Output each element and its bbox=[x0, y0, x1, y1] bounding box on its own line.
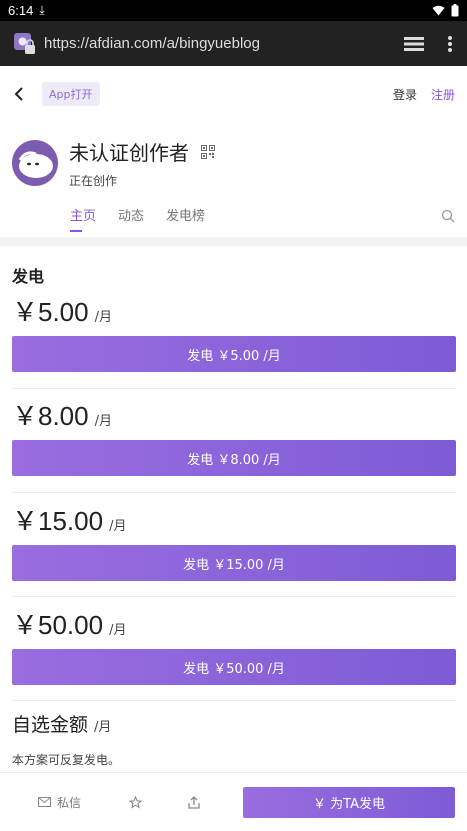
tier-period: /月 bbox=[94, 414, 112, 429]
tier-card: ￥15.00 /月 发电 ￥15.00 /月 bbox=[12, 501, 456, 581]
tabs-icon[interactable] bbox=[403, 36, 425, 52]
tier-price: ￥15.00 bbox=[12, 506, 104, 536]
tier-price: ￥50.00 bbox=[12, 610, 104, 640]
tier-list: 发电 ￥5.00 /月 发电 ￥5.00 /月 ￥8.00 /月 发电 ￥8.0… bbox=[0, 246, 467, 772]
browser-url-bar[interactable]: https://afdian.com/a/bingyueblog bbox=[0, 21, 467, 66]
creator-profile: 未认证创作者 正在创作 bbox=[12, 138, 452, 188]
tier-period: /月 bbox=[109, 519, 127, 534]
section-title: 发电 bbox=[12, 267, 45, 286]
creator-status: 正在创作 bbox=[69, 174, 118, 188]
battery-icon bbox=[451, 4, 459, 17]
support-tier-button[interactable]: 发电 ￥50.00 /月 bbox=[12, 649, 456, 685]
tier-period: /月 bbox=[94, 310, 112, 325]
support-tier-button[interactable]: 发电 ￥5.00 /月 bbox=[12, 336, 456, 372]
tier-card: ￥8.00 /月 发电 ￥8.00 /月 bbox=[12, 396, 456, 476]
tier-price: ￥5.00 bbox=[12, 297, 89, 327]
bottom-action-bar: 私信 ￥ 为TA发电 bbox=[0, 772, 467, 831]
tier-card: ￥50.00 /月 发电 ￥50.00 /月 bbox=[12, 605, 456, 685]
tier-card: ￥5.00 /月 发电 ￥5.00 /月 bbox=[12, 292, 456, 372]
tab-supporters[interactable]: 发电榜 bbox=[166, 205, 205, 232]
section-gap bbox=[0, 237, 467, 246]
support-creator-button[interactable]: ￥ 为TA发电 bbox=[243, 786, 455, 818]
share-icon[interactable] bbox=[188, 795, 200, 809]
site-lock-icon bbox=[14, 32, 36, 55]
more-menu-icon[interactable] bbox=[447, 35, 453, 53]
login-link[interactable]: 登录 bbox=[393, 86, 417, 103]
wifi-icon bbox=[432, 5, 445, 16]
tab-posts[interactable]: 动态 bbox=[118, 205, 144, 232]
search-icon[interactable] bbox=[441, 209, 455, 223]
app-header: App打开 登录 注册 bbox=[0, 66, 467, 122]
star-icon[interactable] bbox=[129, 795, 143, 809]
custom-amount-period: /月 bbox=[94, 720, 112, 735]
custom-amount-title: 自选金额 /月 bbox=[12, 710, 111, 737]
app-open-button[interactable]: App打开 bbox=[42, 82, 100, 106]
register-link[interactable]: 注册 bbox=[431, 86, 455, 103]
support-tier-button[interactable]: 发电 ￥15.00 /月 bbox=[12, 545, 456, 581]
back-arrow-icon[interactable] bbox=[12, 86, 28, 102]
download-icon: ⤓ bbox=[39, 3, 45, 17]
support-tier-button[interactable]: 发电 ￥8.00 /月 bbox=[12, 440, 456, 476]
tier-period: /月 bbox=[109, 623, 127, 638]
avatar[interactable] bbox=[12, 140, 58, 186]
custom-amount-note: 本方案可反复发电。 bbox=[12, 753, 121, 767]
divider bbox=[12, 700, 456, 701]
divider bbox=[12, 596, 456, 597]
divider bbox=[12, 492, 456, 493]
private-message-button[interactable]: 私信 bbox=[38, 794, 81, 811]
mail-icon bbox=[38, 797, 51, 807]
custom-amount-label: 自选金额 bbox=[12, 714, 89, 736]
divider bbox=[12, 388, 456, 389]
status-bar: 6:14 ⤓ bbox=[0, 0, 467, 21]
tier-price: ￥8.00 bbox=[12, 401, 89, 431]
status-time: 6:14 bbox=[8, 3, 34, 18]
tab-home[interactable]: 主页 bbox=[70, 205, 96, 232]
qr-code-icon[interactable] bbox=[201, 144, 215, 159]
creator-name: 未认证创作者 bbox=[69, 141, 189, 165]
profile-tabs: 主页 动态 发电榜 bbox=[0, 205, 467, 237]
url-text[interactable]: https://afdian.com/a/bingyueblog bbox=[44, 35, 395, 52]
private-message-label: 私信 bbox=[57, 795, 82, 810]
